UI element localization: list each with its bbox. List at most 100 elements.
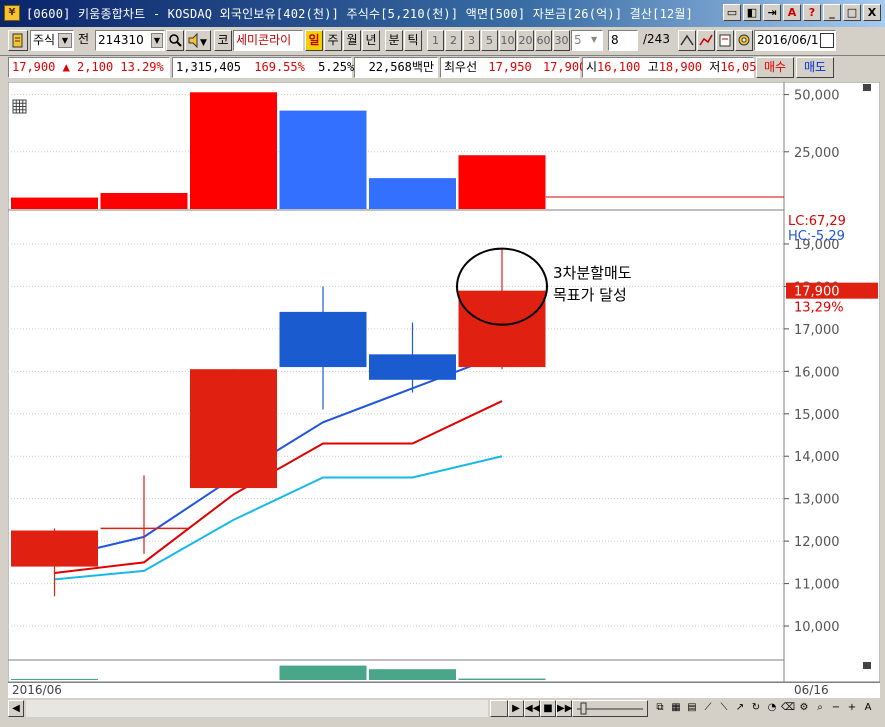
price-tick-label: 17,000 <box>794 323 840 338</box>
date-value: 2016/06/1 <box>757 33 819 47</box>
zoom-slider[interactable] <box>572 700 648 717</box>
price-legend-entry: LC:67,29 <box>788 214 846 229</box>
stock-code-input[interactable]: 214310 ▼ <box>95 30 165 51</box>
interval-5[interactable]: 5 <box>481 30 498 51</box>
candle-body <box>11 530 98 567</box>
interval-10[interactable]: 10 <box>499 30 516 51</box>
volume-tick-label: 50,000 <box>794 89 840 104</box>
grid-icon[interactable]: ▦ <box>668 700 684 717</box>
annotation-text: 3차분할매도 <box>553 264 632 282</box>
next-icon[interactable]: ▶ <box>508 700 524 717</box>
svg-text:▼: ▼ <box>200 38 207 48</box>
speaker-icon[interactable]: ▼ <box>185 30 211 51</box>
trend-line-icon[interactable]: ⟍ <box>716 700 732 717</box>
panel-close-icon <box>863 84 871 91</box>
sub-bar <box>11 678 98 680</box>
interval-custom-select[interactable]: 5 ▼ <box>571 30 603 51</box>
volume-bar <box>190 92 277 209</box>
stop-icon[interactable]: ■ <box>540 700 556 717</box>
font-icon[interactable]: A <box>783 4 801 21</box>
market-select[interactable]: 주식 ▼ <box>30 30 74 51</box>
interval-2[interactable]: 2 <box>445 30 462 51</box>
count-input[interactable]: 8 <box>608 30 638 51</box>
interval-20[interactable]: 20 <box>517 30 534 51</box>
chart-type-icon[interactable]: ◔ <box>764 700 780 717</box>
last-price-pct: 13,29% <box>794 301 844 316</box>
interval-60[interactable]: 60 <box>535 30 552 51</box>
minimize-button[interactable]: _ <box>823 4 841 21</box>
print-icon[interactable] <box>716 30 734 51</box>
tab-period-minute[interactable]: 분 <box>385 30 403 51</box>
zoom-icon[interactable]: ⌕ <box>812 700 828 717</box>
tab-period-month[interactable]: 월 <box>343 30 361 51</box>
chevron-down-icon: ▼ <box>591 35 598 44</box>
ray-icon[interactable]: ↗ <box>732 700 748 717</box>
chevron-down-icon: ▼ <box>58 33 72 48</box>
crosshair-icon[interactable] <box>678 30 696 51</box>
volume-bar <box>369 178 456 209</box>
maximize-button[interactable]: □ <box>843 4 861 21</box>
buy-button[interactable]: 매수 <box>756 57 794 78</box>
fast-forward-icon[interactable]: ▶▶ <box>556 700 572 717</box>
window-cascade-icon[interactable]: ◧ <box>743 4 761 21</box>
panel-grid-icon <box>12 99 27 114</box>
window-controls: ▭ ◧ ⇥ A ? _ □ X <box>723 4 881 21</box>
prev-label[interactable]: 전 <box>76 30 94 51</box>
price-box: 17,900 ▲ 2,100 13.29% <box>8 57 170 78</box>
interval-3[interactable]: 3 <box>463 30 480 51</box>
total-count: /243 <box>643 32 670 46</box>
date-input[interactable]: 2016/06/1 <box>754 30 836 51</box>
annotation-text: 목표가 달성 <box>553 286 627 304</box>
tab-period-week[interactable]: 주 <box>324 30 342 51</box>
gear-icon[interactable] <box>735 30 753 51</box>
chart-svg[interactable]: 50,00025,00019,00018,00017,00016,00015,0… <box>8 82 880 682</box>
help-icon[interactable]: ? <box>803 4 821 21</box>
interval-30[interactable]: 30 <box>553 30 570 51</box>
tab-period-year[interactable]: 년 <box>362 30 380 51</box>
tab-period-tick[interactable]: 틱 <box>404 30 422 51</box>
table-icon[interactable]: ▤ <box>684 700 700 717</box>
price-tick-label: 16,000 <box>794 365 840 380</box>
rewind-icon[interactable]: ◀◀ <box>524 700 540 717</box>
scroll-track[interactable] <box>26 700 488 717</box>
app-icon: ¥ <box>4 5 20 21</box>
interval-1[interactable]: 1 <box>427 30 444 51</box>
date-end: 06/16 <box>794 683 829 697</box>
window-tile-icon[interactable]: ▭ <box>723 4 741 21</box>
candle-body <box>190 369 277 489</box>
search-icon[interactable] <box>166 30 184 51</box>
volume-box: 1,315,405 169.55% 5.25% <box>172 57 355 78</box>
zoom-out-icon[interactable]: − <box>828 700 844 717</box>
draw-line-icon[interactable]: ⟋ <box>700 700 716 717</box>
volume-bar <box>458 155 546 209</box>
ohlc-box: 시16,100 고18,900 저16,050 <box>582 57 764 78</box>
last-price-label: 17,900 <box>794 285 840 300</box>
price-tick-label: 12,000 <box>794 535 840 550</box>
link-icon[interactable]: ⇥ <box>763 4 781 21</box>
sub-bar <box>279 665 367 680</box>
tab-period-day[interactable]: 일 <box>305 30 323 51</box>
cycle-icon[interactable]: ↻ <box>748 700 764 717</box>
eraser-icon[interactable]: ⌫ <box>780 700 796 717</box>
calendar-icon[interactable] <box>820 33 834 48</box>
copy-icon[interactable]: ⧉ <box>652 700 668 717</box>
sell-button[interactable]: 매도 <box>796 57 834 78</box>
scroll-thumb[interactable] <box>490 700 508 717</box>
best-quote-box: 최우선 17,950 17,900 <box>440 57 586 78</box>
volume: 1,315,405 <box>176 60 242 74</box>
stock-name: 세미콘라이 <box>233 30 303 51</box>
text-tool-icon[interactable]: A <box>860 700 876 717</box>
close-button[interactable]: X <box>863 4 881 21</box>
scroll-left-icon[interactable]: ◀ <box>8 700 24 717</box>
best-quote-label: 최우선 <box>444 60 478 74</box>
zoom-in-icon[interactable]: + <box>844 700 860 717</box>
chart-settings-icon[interactable] <box>8 30 28 51</box>
options-icon[interactable]: ⚙ <box>796 700 812 717</box>
title-bar: ¥ [0600] 키움종합차트 - KOSDAQ 외국인보유[402(천)] 주… <box>0 0 885 27</box>
sub-bar <box>458 678 546 680</box>
turnover: 5.25% <box>318 60 355 74</box>
candle-body <box>369 354 456 380</box>
chart-area[interactable]: 50,00025,00019,00018,00017,00016,00015,0… <box>8 82 880 682</box>
open-price: 16,100 <box>597 60 641 74</box>
line-chart-icon[interactable] <box>697 30 715 51</box>
